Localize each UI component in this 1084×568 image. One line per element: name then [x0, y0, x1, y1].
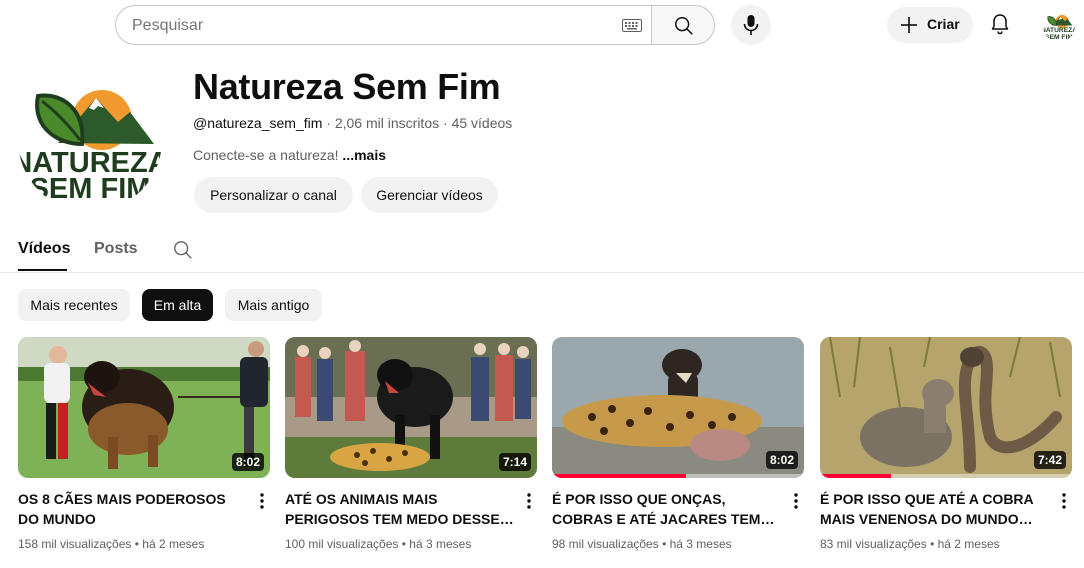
chip-popular[interactable]: Em alta: [142, 289, 213, 321]
notifications-bell-icon[interactable]: [988, 12, 1012, 36]
subscriber-count: 2,06 mil inscritos: [334, 115, 440, 131]
video-title[interactable]: É POR ISSO QUE ATÉ A COBRA MAIS VENENOSA…: [820, 489, 1050, 529]
channel-avatar[interactable]: NATUREZA SEM FIM: [18, 68, 162, 212]
description-more-link[interactable]: ...mais: [342, 147, 386, 163]
customize-channel-button[interactable]: Personalizar o canal: [194, 177, 353, 213]
video-meta: 98 mil visualizações • há 3 meses: [552, 537, 732, 551]
video-meta: 83 mil visualizações • há 2 meses: [820, 537, 1000, 551]
channel-meta: @natureza_sem_fim · 2,06 mil inscritos ·…: [193, 115, 512, 131]
search-box[interactable]: [115, 5, 652, 45]
tabs-divider: [0, 272, 1084, 273]
manage-videos-button[interactable]: Gerenciar vídeos: [361, 177, 498, 213]
more-options-icon[interactable]: [252, 491, 272, 511]
view-count: 158 mil visualizações: [18, 537, 132, 551]
video-card[interactable]: 8:02 OS 8 CÃES MAIS PODEROSOS DO MUNDO 1…: [18, 337, 270, 562]
more-options-icon[interactable]: [1054, 491, 1074, 511]
account-avatar[interactable]: NATUREZA SEM FIM: [1043, 10, 1075, 42]
video-duration: 7:42: [1033, 451, 1066, 469]
video-meta: 158 mil visualizações • há 2 meses: [18, 537, 204, 551]
upload-age: há 2 meses: [142, 537, 205, 551]
video-thumbnail[interactable]: 8:02: [552, 337, 804, 478]
channel-logo-small: NATUREZA SEM FIM: [1043, 10, 1075, 42]
channel-description[interactable]: Conecte-se a natureza! ...mais: [193, 147, 386, 163]
search-icon: [675, 17, 693, 35]
video-thumbnail[interactable]: 7:42: [820, 337, 1072, 478]
logo-text-1: NATUREZA: [1043, 27, 1075, 34]
video-title[interactable]: OS 8 CÃES MAIS PODEROSOS DO MUNDO: [18, 489, 248, 529]
chip-oldest[interactable]: Mais antigo: [225, 289, 322, 321]
tab-posts[interactable]: Posts: [94, 240, 138, 258]
video-meta: 100 mil visualizações • há 3 meses: [285, 537, 471, 551]
more-options-icon[interactable]: [519, 491, 539, 511]
video-duration: 8:02: [231, 453, 264, 471]
microphone-icon: [743, 15, 759, 35]
video-title[interactable]: É POR ISSO QUE ONÇAS, COBRAS E ATÉ JACAR…: [552, 489, 782, 529]
channel-handle: @natureza_sem_fim: [193, 115, 323, 131]
upload-age: há 2 meses: [937, 537, 1000, 551]
video-card[interactable]: 8:02 É POR ISSO QUE ONÇAS, COBRAS E ATÉ …: [552, 337, 804, 562]
meta-separator: •: [930, 537, 938, 551]
tab-active-indicator: [18, 269, 67, 271]
video-duration: 7:14: [498, 453, 531, 471]
video-card[interactable]: 7:14 ATÉ OS ANIMAIS MAIS PERIGOSOS TEM M…: [285, 337, 537, 562]
channel-search-icon[interactable]: [172, 239, 194, 261]
video-thumbnail[interactable]: 7:14: [285, 337, 537, 478]
video-thumbnail[interactable]: 8:02: [18, 337, 270, 478]
view-count: 100 mil visualizações: [285, 537, 399, 551]
meta-separator: ·: [326, 115, 331, 131]
plus-icon: [901, 17, 917, 33]
video-duration: 8:02: [765, 451, 798, 469]
tab-videos[interactable]: Vídeos: [18, 240, 70, 258]
top-bar: Criar NATUREZA SEM FIM: [0, 0, 1084, 50]
search-button[interactable]: [651, 5, 715, 45]
voice-search-button[interactable]: [731, 5, 771, 45]
upload-age: há 3 meses: [669, 537, 732, 551]
view-count: 98 mil visualizações: [552, 537, 659, 551]
chip-latest[interactable]: Mais recentes: [18, 289, 130, 321]
logo-text-line2: SEM FIM: [30, 173, 151, 205]
meta-separator: ·: [443, 115, 448, 131]
more-options-icon[interactable]: [786, 491, 806, 511]
description-text: Conecte-se a natureza!: [193, 147, 339, 163]
video-card[interactable]: 7:42 É POR ISSO QUE ATÉ A COBRA MAIS VEN…: [820, 337, 1072, 562]
video-count: 45 vídeos: [451, 115, 513, 131]
keyboard-icon[interactable]: [622, 19, 642, 32]
create-label: Criar: [927, 16, 960, 32]
search-input[interactable]: [132, 15, 602, 37]
channel-logo: NATUREZA SEM FIM: [18, 68, 162, 212]
watch-progress-bar: [552, 474, 686, 478]
create-button[interactable]: Criar: [887, 7, 973, 43]
watch-progress-bar: [820, 474, 891, 478]
logo-text-2: SEM FIM: [1045, 34, 1073, 41]
meta-separator: •: [662, 537, 670, 551]
channel-name: Natureza Sem Fim: [193, 66, 501, 107]
upload-age: há 3 meses: [409, 537, 472, 551]
view-count: 83 mil visualizações: [820, 537, 927, 551]
video-title[interactable]: ATÉ OS ANIMAIS MAIS PERIGOSOS TEM MEDO D…: [285, 489, 515, 529]
